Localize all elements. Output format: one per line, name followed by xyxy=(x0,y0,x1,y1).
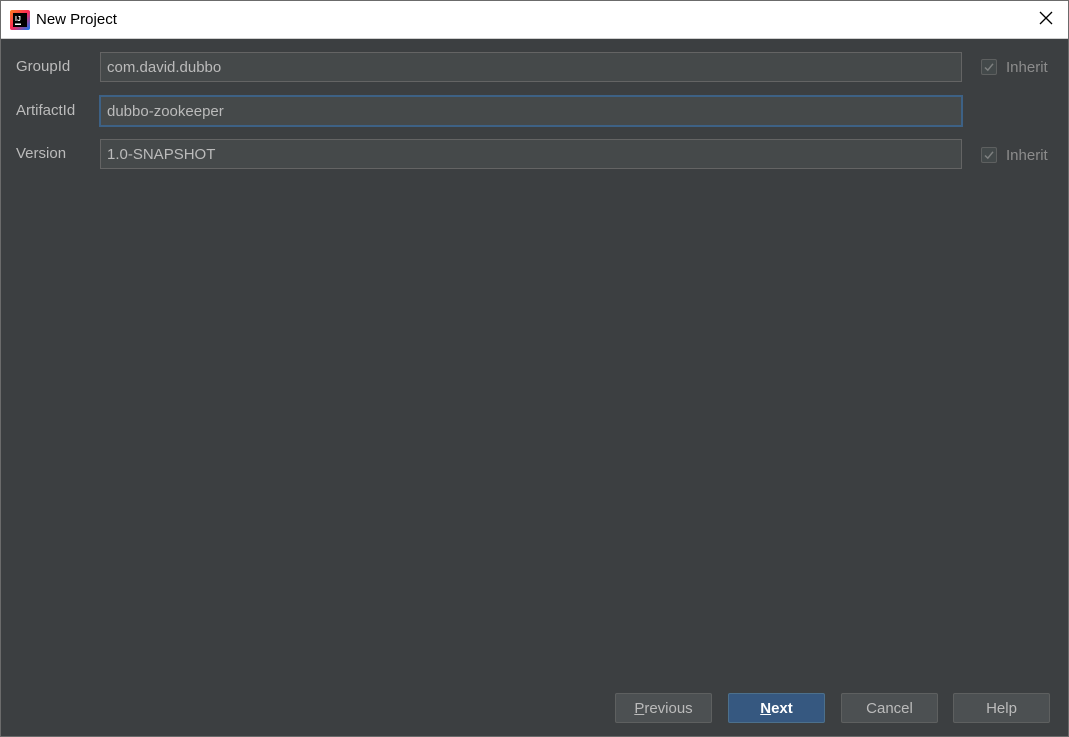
group-id-inherit-label: Inherit xyxy=(1006,58,1048,76)
group-id-inherit[interactable]: Inherit xyxy=(981,57,1048,77)
group-id-label: GroupId xyxy=(16,58,71,75)
help-label: Help xyxy=(986,699,1017,717)
close-button[interactable] xyxy=(1033,7,1059,33)
next-mnemonic: N xyxy=(760,699,772,717)
next-button[interactable]: Next xyxy=(728,693,825,723)
new-project-dialog: IJ New Project GroupId Inherit ArtifactI… xyxy=(0,0,1069,737)
version-label: Version xyxy=(16,145,67,162)
checkmark-icon xyxy=(984,151,994,160)
dialog-title: New Project xyxy=(36,11,117,28)
next-label: ext xyxy=(771,699,793,717)
version-inherit-checkbox[interactable] xyxy=(981,147,997,163)
version-inherit-label: Inherit xyxy=(1006,146,1048,164)
help-button[interactable]: Help xyxy=(953,693,1050,723)
version-input[interactable] xyxy=(100,139,962,169)
group-id-input[interactable] xyxy=(100,52,962,82)
previous-label: revious xyxy=(644,699,693,717)
close-icon xyxy=(1039,11,1053,29)
title-bar: IJ New Project xyxy=(1,1,1068,39)
artifact-id-input[interactable] xyxy=(99,95,963,127)
previous-button[interactable]: Previous xyxy=(615,693,712,723)
group-id-inherit-checkbox[interactable] xyxy=(981,59,997,75)
checkmark-icon xyxy=(984,63,994,72)
version-inherit[interactable]: Inherit xyxy=(981,145,1048,165)
artifact-id-label: ArtifactId xyxy=(16,102,76,119)
svg-text:IJ: IJ xyxy=(15,16,21,23)
intellij-idea-icon: IJ xyxy=(10,10,30,30)
cancel-button[interactable]: Cancel xyxy=(841,693,938,723)
cancel-label: Cancel xyxy=(866,699,913,717)
previous-mnemonic: P xyxy=(634,699,645,717)
